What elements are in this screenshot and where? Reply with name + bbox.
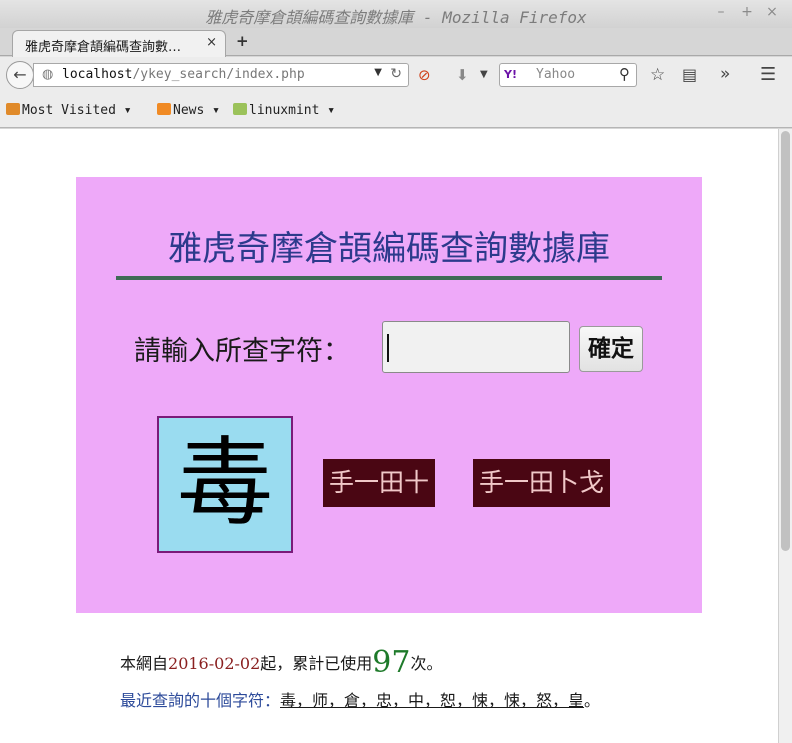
url-text: localhost/ykey_search/index.php xyxy=(62,67,305,82)
close-window-button[interactable]: × xyxy=(763,4,781,20)
url-bar[interactable]: ◍ localhost/ykey_search/index.php ▼ ↻ xyxy=(33,63,409,87)
url-dropdown-icon[interactable]: ▼ xyxy=(374,67,382,78)
back-arrow-icon: ← xyxy=(13,65,27,84)
tab-title: 雅虎奇摩倉頡編碼查詢數… xyxy=(25,40,182,55)
stats-suffix: 次。 xyxy=(410,654,443,673)
tab-close-icon[interactable]: × xyxy=(206,35,217,50)
text-caret xyxy=(387,334,389,362)
yahoo-icon[interactable]: Y! xyxy=(504,68,517,81)
browser-tab[interactable]: 雅虎奇摩倉頡編碼查詢數… × xyxy=(12,30,226,57)
stats-mid: 起，累計已使用 xyxy=(260,654,373,673)
title-bar: 雅虎奇摩倉頡編碼查詢數據庫 - Mozilla Firefox – + × xyxy=(0,0,792,28)
rss-icon xyxy=(157,103,171,115)
vertical-scrollbar[interactable] xyxy=(778,129,792,743)
bookmark-most-visited[interactable]: Most Visited ▾ xyxy=(6,103,132,118)
page-content: 雅虎奇摩倉頡編碼查詢數據庫 請輸入所查字符： 確定 毒 手一田十 手一田卜戈 本… xyxy=(0,129,778,743)
page-title: 雅虎奇摩倉頡編碼查詢數據庫 xyxy=(116,221,662,280)
browser-window: 雅虎奇摩倉頡編碼查詢數據庫 - Mozilla Firefox – + × 雅虎… xyxy=(0,0,792,743)
globe-icon: ◍ xyxy=(42,67,54,82)
result-character: 毒 xyxy=(157,416,293,553)
url-host: localhost xyxy=(62,67,133,82)
usage-stats: 本網自2016-02-02起，累計已使用97次。 xyxy=(120,645,442,680)
scroll-thumb[interactable] xyxy=(781,131,790,551)
reading-list-icon[interactable]: ▤ xyxy=(682,65,697,84)
bookmark-star-icon[interactable]: ☆ xyxy=(650,65,665,85)
back-button[interactable]: ← xyxy=(6,61,34,89)
reload-icon[interactable]: ↻ xyxy=(390,66,402,82)
recent-list[interactable]: 毒，师，倉，忠，中，恕，悚，悚，怒，皇 xyxy=(280,691,584,710)
cangjie-code: 手一田卜戈 xyxy=(473,459,611,507)
input-prompt: 請輸入所查字符： xyxy=(134,336,350,367)
menu-icon[interactable]: ☰ xyxy=(760,64,776,85)
bookmarks-toolbar: Most Visited ▾ News ▾ linuxmint ▾ xyxy=(0,94,792,128)
new-tab-icon[interactable]: + xyxy=(236,32,249,50)
url-path: /ykey_search/index.php xyxy=(132,67,305,82)
navigation-toolbar: ← ◍ localhost/ykey_search/index.php ▼ ↻ … xyxy=(0,57,792,94)
usage-count: 97 xyxy=(372,645,411,680)
recent-queries: 最近查詢的十個字符：毒，师，倉，忠，中，恕，悚，悚，怒，皇。 xyxy=(120,687,600,711)
tab-strip: 雅虎奇摩倉頡編碼查詢數… × + xyxy=(0,28,792,57)
folder-icon xyxy=(233,103,247,115)
search-panel: 雅虎奇摩倉頡編碼查詢數據庫 請輸入所查字符： 確定 毒 手一田十 手一田卜戈 xyxy=(76,177,702,613)
search-bar[interactable]: Y! Yahoo ⚲ xyxy=(499,63,637,87)
window-title: 雅虎奇摩倉頡編碼查詢數據庫 - Mozilla Firefox xyxy=(205,8,587,27)
folder-star-icon xyxy=(6,103,20,115)
recent-label: 最近查詢的十個字符： xyxy=(120,691,281,710)
download-dropdown-icon[interactable]: ▼ xyxy=(480,69,488,80)
submit-button[interactable]: 確定 xyxy=(579,326,643,372)
bookmark-linuxmint[interactable]: linuxmint ▾ xyxy=(233,103,335,118)
download-icon[interactable]: ⬇ xyxy=(456,66,469,84)
stats-prefix: 本網自 xyxy=(120,654,169,673)
search-icon[interactable]: ⚲ xyxy=(619,65,630,83)
minimize-button[interactable]: – xyxy=(712,4,730,20)
stats-date: 2016-02-02 xyxy=(168,654,261,673)
bookmark-news[interactable]: News ▾ xyxy=(157,103,220,118)
cangjie-code: 手一田十 xyxy=(323,459,436,507)
recent-end: 。 xyxy=(584,691,601,710)
block-icon[interactable]: ⊘ xyxy=(418,66,431,84)
maximize-button[interactable]: + xyxy=(738,4,756,20)
search-placeholder: Yahoo xyxy=(536,67,576,82)
overflow-chevron-icon[interactable]: » xyxy=(720,64,730,84)
character-input[interactable] xyxy=(382,321,570,373)
